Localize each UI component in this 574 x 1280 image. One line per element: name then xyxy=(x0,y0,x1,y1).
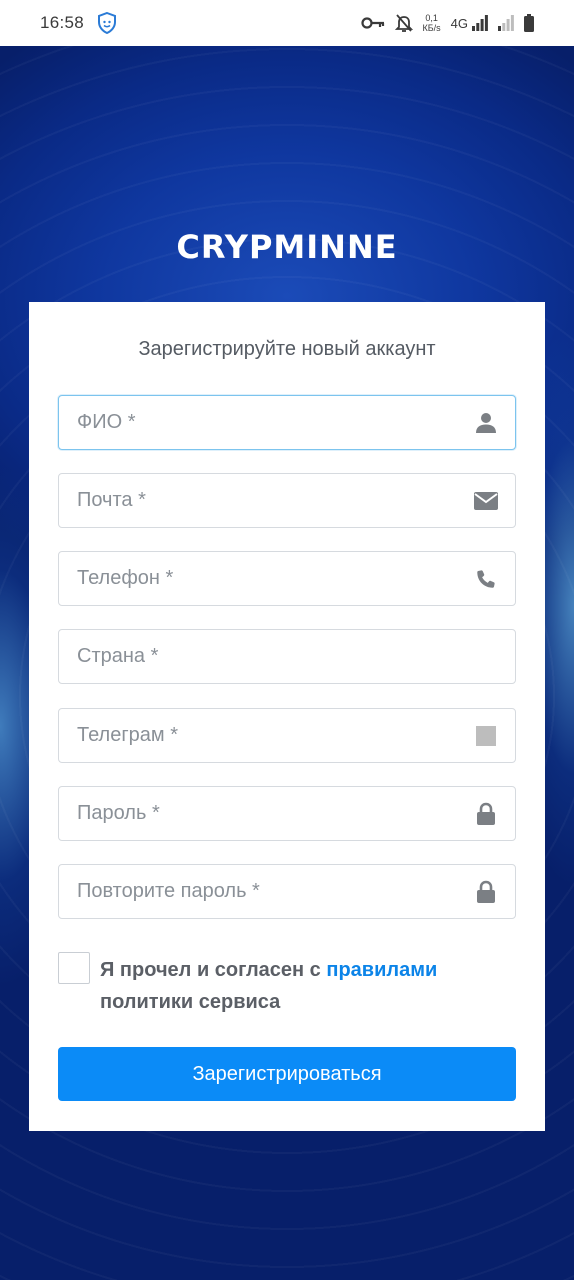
full-name-input[interactable] xyxy=(59,396,515,449)
lock-icon xyxy=(474,802,498,826)
signal-icon xyxy=(472,15,488,31)
user-icon xyxy=(474,411,498,435)
lock-icon xyxy=(474,880,498,904)
phone-input[interactable] xyxy=(59,552,515,605)
net-speed-unit: КБ/s xyxy=(422,23,441,33)
password-field xyxy=(58,786,516,841)
shield-face-icon xyxy=(96,12,118,34)
terms-link[interactable]: правилами xyxy=(326,959,437,981)
terms-suffix: политики сервиса xyxy=(100,991,281,1013)
telegram-field xyxy=(58,708,516,763)
terms-prefix: Я прочел и согласен с xyxy=(100,959,327,981)
registration-card: Зарегистрируйте новый аккаунт ФИО * Почт… xyxy=(29,302,545,1131)
terms-checkbox[interactable] xyxy=(58,952,90,984)
repeat-password-input[interactable] xyxy=(59,865,515,918)
email-field xyxy=(58,473,516,528)
net-speed: 0,1 КБ/s xyxy=(423,13,441,33)
repeat-password-field xyxy=(58,864,516,919)
envelope-icon xyxy=(474,489,498,513)
terms-text: Я прочел и согласен с правилами политики… xyxy=(100,954,520,1018)
form-title: Зарегистрируйте новый аккаунт xyxy=(138,338,436,360)
country-input[interactable] xyxy=(59,630,515,683)
register-button[interactable]: Зарегистрироваться xyxy=(58,1047,516,1101)
country-field xyxy=(58,629,516,684)
email-input[interactable] xyxy=(59,474,515,527)
brand-logo: CRYPMINNE xyxy=(176,228,398,266)
key-icon xyxy=(360,16,385,30)
full-name-field xyxy=(58,395,516,450)
bell-off-icon xyxy=(394,13,413,33)
phone-field xyxy=(58,551,516,606)
telegram-placeholder-icon xyxy=(474,724,498,748)
status-bar: 16:58 0,1 КБ/s 4G xyxy=(0,0,574,46)
battery-icon xyxy=(524,14,534,32)
signal-weak-icon xyxy=(498,15,514,31)
status-time: 16:58 xyxy=(40,13,85,32)
network-type: 4G xyxy=(450,15,468,31)
telegram-input[interactable] xyxy=(59,709,515,762)
phone-icon xyxy=(474,567,498,591)
net-speed-value: 0,1 xyxy=(425,13,438,23)
password-input[interactable] xyxy=(59,787,515,840)
